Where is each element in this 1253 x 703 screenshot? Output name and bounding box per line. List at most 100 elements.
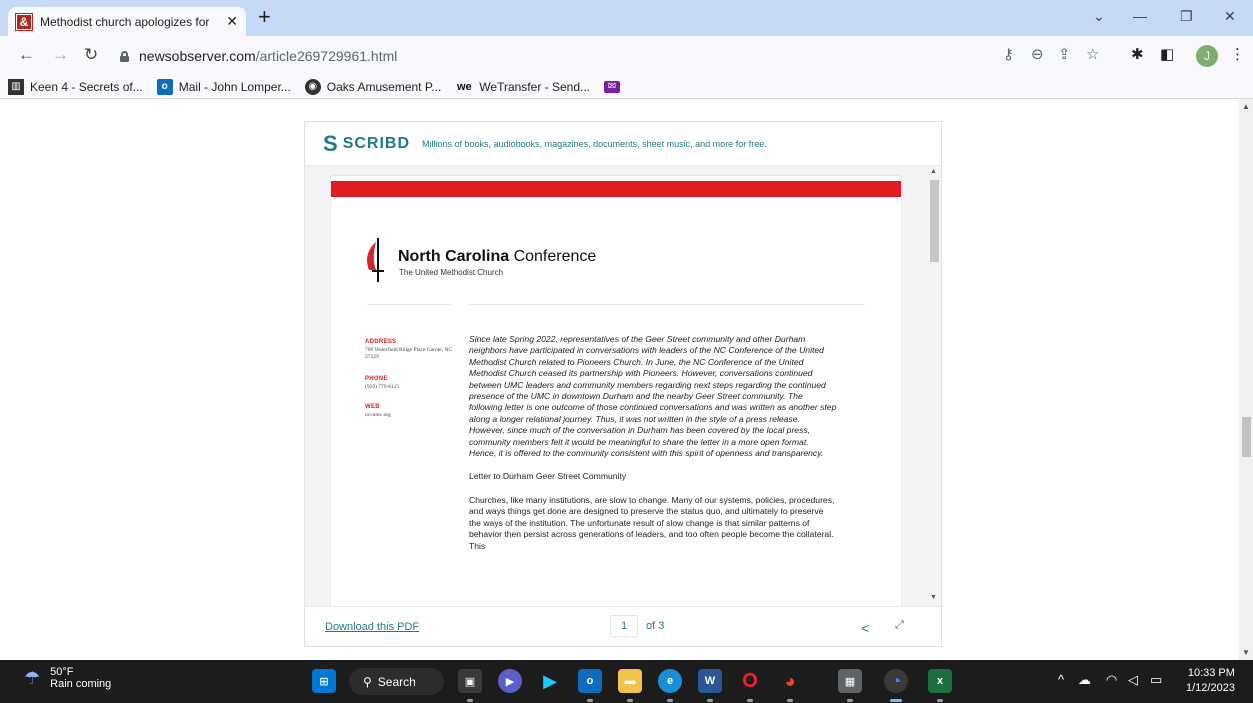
task-view-icon[interactable]: ▣ (458, 669, 482, 693)
running-indicator (467, 699, 473, 702)
wetransfer-icon: we (456, 80, 472, 93)
news-observer-favicon-icon: & (15, 12, 33, 31)
scribd-s-icon: S (323, 130, 339, 156)
active-indicator (890, 699, 902, 702)
side-panel-icon[interactable]: ◧ (1160, 46, 1174, 64)
web-value: nccumc.org (365, 412, 391, 418)
zoom-icon[interactable]: ⊖ (1031, 46, 1044, 64)
letter-paragraph: Churches, like many institutions, are sl… (469, 494, 835, 551)
web-label: WEB (365, 404, 380, 410)
browser-tab[interactable]: & Methodist church apologizes for ✕ (8, 7, 246, 36)
wifi-icon[interactable]: ◠ (1106, 672, 1117, 688)
running-indicator (707, 699, 713, 702)
taskbar-search[interactable]: ⚲ Search (349, 668, 444, 695)
share-page-icon[interactable]: ⇪ (1058, 46, 1071, 64)
letterhead-red-bar (331, 181, 901, 197)
running-indicator (747, 699, 753, 702)
viewer-scrollbar[interactable]: ▲ ▼ (927, 166, 941, 606)
file-explorer-icon[interactable]: ▬ (618, 669, 642, 693)
library-icon: ▥ (8, 78, 24, 95)
tab-search-chevron-icon[interactable]: ⌄ (1093, 8, 1105, 25)
bookmark-mail-envelope[interactable]: ✉ (604, 80, 626, 93)
phone-value: (919) 779-6115 (365, 384, 400, 390)
scribd-logo[interactable]: S SCRIBD (323, 131, 410, 157)
page-scroll-thumb[interactable] (1242, 417, 1251, 457)
windows-start-icon[interactable]: ⊞ (312, 669, 336, 693)
address-label: ADDRESS (365, 339, 397, 345)
calculator-icon[interactable]: ▦ (838, 669, 862, 693)
page-scroll-up-icon[interactable]: ▲ (1242, 102, 1250, 111)
url-text: newsobserver.com/article269729961.html (139, 48, 398, 64)
restore-button[interactable]: ❐ (1180, 8, 1193, 25)
battery-icon[interactable]: ▭ (1150, 672, 1162, 688)
chrome-canary-icon[interactable]: ◕ (778, 669, 802, 693)
tray-chevron-up-icon[interactable]: ^ (1058, 672, 1064, 687)
edge-icon[interactable]: e (658, 669, 682, 693)
password-key-icon[interactable]: ⚷ (1003, 46, 1014, 64)
running-indicator (667, 699, 673, 702)
web-page: S SCRIBD Millions of books, audiobooks, … (0, 99, 1253, 660)
cross-and-flame-icon (367, 238, 384, 282)
profile-avatar[interactable]: J (1196, 45, 1218, 67)
opera-icon[interactable]: O (738, 669, 762, 693)
running-indicator (627, 699, 633, 702)
lock-icon[interactable] (120, 50, 129, 62)
minimize-button[interactable]: — (1133, 8, 1147, 24)
back-button[interactable]: ← (18, 45, 35, 65)
volume-icon[interactable]: ◁ (1128, 672, 1138, 688)
share-icon[interactable]: < (861, 620, 869, 636)
bookmark-keen4[interactable]: ▥ Keen 4 - Secrets of... (8, 78, 143, 95)
browser-toolbar: ← → ↻ newsobserver.com/article269729961.… (0, 36, 1253, 75)
envelope-icon: ✉ (604, 80, 621, 93)
bookmark-wetransfer[interactable]: we WeTransfer - Send... (455, 79, 590, 95)
fullscreen-icon[interactable]: ⤢ (895, 619, 904, 632)
running-indicator (587, 699, 593, 702)
system-clock[interactable]: 10:33 PM 1/12/2023 (1186, 666, 1235, 696)
menu-kebab-icon[interactable]: ⋮ (1230, 46, 1245, 64)
letter-body: Since late Spring 2022, representatives … (469, 334, 837, 564)
outlook-icon: o (156, 78, 173, 95)
excel-icon[interactable]: x (928, 669, 952, 693)
media-player-icon[interactable]: ▶ (538, 669, 562, 693)
address-value: 700 Waterfield Ridge Place Garner, NC 27… (365, 347, 453, 360)
rain-umbrella-icon: ☂ (24, 667, 41, 688)
conference-title: North Carolina Conference (398, 248, 597, 265)
page-number-input[interactable]: 1 (610, 615, 638, 637)
reload-button[interactable]: ↻ (84, 45, 98, 65)
close-window-button[interactable]: ✕ (1224, 8, 1236, 25)
tab-strip: & Methodist church apologizes for ✕ + ⌄ … (0, 0, 1253, 36)
tab-title: Methodist church apologizes for (40, 14, 210, 29)
viewer-scroll-thumb[interactable] (930, 180, 939, 262)
document-viewer[interactable]: North Carolina Conference The United Met… (305, 166, 941, 606)
bookmark-star-icon[interactable]: ☆ (1086, 46, 1099, 64)
divider (469, 304, 865, 305)
weather-forecast: Rain coming (50, 678, 112, 690)
running-indicator (937, 699, 943, 702)
onedrive-icon[interactable]: ☁ (1078, 672, 1091, 688)
scroll-down-icon[interactable]: ▼ (930, 594, 937, 601)
phone-label: PHONE (365, 376, 388, 382)
bookmark-oaks[interactable]: ◉ Oaks Amusement P... (304, 78, 441, 95)
page-scrollbar[interactable]: ▲ ▼ (1239, 99, 1253, 660)
extensions-puzzle-icon[interactable]: ✱ (1131, 46, 1144, 64)
address-bar[interactable]: newsobserver.com/article269729961.html (110, 42, 1122, 70)
intro-paragraph: Since late Spring 2022, representatives … (469, 334, 837, 459)
letter-heading: Letter to Durham Geer Street Community (469, 471, 627, 482)
download-pdf-link[interactable]: Download this PDF (325, 621, 419, 633)
page-scroll-down-icon[interactable]: ▼ (1242, 648, 1250, 657)
tab-close-icon[interactable]: ✕ (226, 13, 238, 30)
new-tab-button[interactable]: + (258, 6, 271, 28)
teams-chat-icon[interactable]: ▶ (498, 669, 522, 693)
scribd-tagline: Millions of books, audiobooks, magazines… (422, 138, 767, 149)
chrome-icon[interactable]: ◔ (884, 669, 908, 693)
scroll-up-icon[interactable]: ▲ (930, 168, 937, 175)
forward-button[interactable]: → (52, 45, 69, 65)
word-icon[interactable]: W (698, 669, 722, 693)
weather-temp: 50°F (50, 666, 74, 678)
weather-widget[interactable]: ☂ 50°F Rain coming (24, 666, 111, 690)
outlook-taskbar-icon[interactable]: o (578, 669, 602, 693)
document-page: North Carolina Conference The United Met… (331, 176, 901, 606)
conference-subtitle: The United Methodist Church (399, 268, 504, 277)
bookmark-mail[interactable]: o Mail - John Lomper... (156, 78, 291, 95)
scribd-footer: Download this PDF 1 of 3 < ⤢ (305, 606, 941, 646)
